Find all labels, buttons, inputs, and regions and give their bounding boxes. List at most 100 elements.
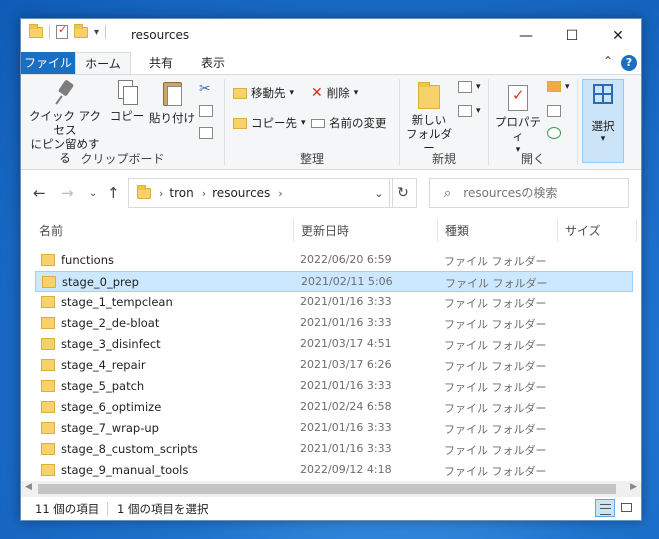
column-size[interactable]: サイズ [557,216,637,246]
scroll-left-icon[interactable]: ◀ [25,482,32,492]
file-type: ファイル フォルダー [444,381,547,394]
scissors-icon: ✂ [199,81,211,97]
column-divider[interactable] [636,220,637,242]
copy-label: コピー [109,109,145,123]
folder-icon [41,380,55,392]
new-item-button[interactable]: ▾ [458,81,481,93]
file-row[interactable]: stage_8_custom_scripts 2021/01/16 3:33 ファイ… [35,439,633,460]
folder-icon [41,254,55,266]
breadcrumb-separator-icon[interactable]: › [278,187,282,200]
file-row[interactable]: stage_5_patch 2021/01/16 3:33 ファイル フォルダー [35,376,633,397]
new-folder-button[interactable]: 新しい フォルダー [404,79,454,155]
column-modified[interactable]: 更新日時 [293,216,437,246]
file-modified: 2022/09/12 4:18 [300,463,392,476]
rename-icon [311,118,325,128]
breadcrumb-tron[interactable]: tron [169,186,193,200]
file-type: ファイル フォルダー [444,444,547,457]
maximize-button[interactable]: ☐ [549,19,595,52]
paste-shortcut-button[interactable] [199,127,213,139]
navigation-bar: ← → ⌄ ↑ › tron › resources › ⌄ ↻ ⌕ [21,170,641,216]
edit-button[interactable] [547,105,561,117]
forward-arrow-icon[interactable]: → [61,184,74,202]
delete-icon: ✕ [311,85,323,101]
horizontal-scrollbar[interactable]: ◀ ▶ [21,481,641,497]
paste-button[interactable]: 貼り付け [149,79,195,125]
address-bar[interactable]: › tron › resources › [128,178,393,208]
file-row[interactable]: stage_6_optimize 2021/02/24 6:58 ファイル フォルダ… [35,397,633,418]
breadcrumb-separator-icon[interactable]: › [202,187,206,200]
file-row[interactable]: stage_2_de-bloat 2021/01/16 3:33 ファイル フォルダ… [35,313,633,334]
file-list: 名前 更新日時 種類 サイズ functions 2022/06/20 6:59 フ… [21,216,641,481]
tab-share[interactable]: 共有 [143,52,179,74]
file-type: ファイル フォルダー [444,255,547,268]
collapse-ribbon-icon[interactable]: ⌃ [603,54,613,68]
help-icon[interactable]: ? [621,55,637,71]
file-row[interactable]: stage_4_repair 2021/03/17 6:26 ファイル フォルダー [35,355,633,376]
move-to-label: 移動先 [251,86,286,100]
rename-button[interactable]: 名前の変更 [311,115,387,131]
file-name: functions [61,253,114,267]
up-arrow-icon[interactable]: ↑ [107,184,120,202]
rename-label: 名前の変更 [329,116,387,130]
file-row[interactable]: stage_1_tempclean 2021/01/16 3:33 ファイル フォル… [35,292,633,313]
new-folder-icon[interactable] [74,23,88,38]
tab-view[interactable]: 表示 [195,52,231,74]
file-name: stage_6_optimize [61,400,162,414]
quick-access-toolbar: ▾ [29,23,107,39]
tab-file[interactable]: ファイル [21,52,75,74]
file-modified: 2022/06/20 6:59 [300,253,392,266]
file-type: ファイル フォルダー [444,423,547,436]
scroll-right-icon[interactable]: ▶ [630,482,637,492]
move-to-button[interactable]: 移動先 ▾ [233,85,294,101]
large-icons-view-button[interactable] [617,499,637,517]
folder-icon [29,23,43,38]
file-row[interactable]: stage_7_wrap-up 2021/01/16 3:33 ファイル フォルダー [35,418,633,439]
open-button[interactable]: ▾ [547,81,570,92]
file-row[interactable]: functions 2022/06/20 6:59 ファイル フォルダー [35,250,633,271]
copy-to-button[interactable]: コピー先 ▾ [233,115,306,131]
details-view-icon [600,504,611,515]
file-row[interactable]: stage_3_disinfect 2021/03/17 4:51 ファイル フォル… [35,334,633,355]
folder-icon [41,296,55,308]
easy-access-button[interactable]: ▾ [458,105,481,117]
pin-label-line1: クイック アクセス [28,109,102,137]
back-arrow-icon[interactable]: ← [33,184,46,202]
breadcrumb-separator-icon[interactable]: › [159,187,163,200]
paste-shortcut-icon [199,127,213,139]
chevron-down-icon: ▾ [353,88,359,98]
folder-icon [41,317,55,329]
details-view-button[interactable] [595,499,615,517]
copy-button[interactable]: コピー [109,79,145,123]
file-name: stage_7_wrap-up [61,421,159,435]
file-row[interactable]: stage_0_prep 2021/02/11 5:06 ファイル フォルダー [35,271,633,292]
recent-locations-chevron-icon[interactable]: ⌄ [89,188,97,199]
file-modified: 2021/01/16 3:33 [300,316,392,329]
cut-button[interactable]: ✂ [199,81,211,97]
folder-icon [41,443,55,455]
open-icon [547,81,561,92]
file-row[interactable]: stage_9_manual_tools 2022/09/12 4:18 ファイル … [35,460,633,481]
refresh-icon: ↻ [397,185,409,201]
file-modified: 2021/01/16 3:33 [300,379,392,392]
search-input[interactable] [461,185,616,201]
close-button[interactable]: ✕ [595,19,641,52]
file-modified: 2021/01/16 3:33 [300,295,392,308]
history-button[interactable] [547,127,561,139]
breadcrumb-resources[interactable]: resources [212,186,270,200]
properties-icon[interactable] [56,23,68,39]
delete-button[interactable]: ✕ 削除 ▾ [311,85,358,101]
minimize-button[interactable]: — [503,19,549,52]
column-name[interactable]: 名前 [31,216,293,246]
search-box[interactable]: ⌕ [429,178,629,208]
tab-home[interactable]: ホーム [75,52,131,75]
address-dropdown-icon[interactable]: ⌄ [368,178,390,208]
properties-button[interactable]: プロパティ ▾ [491,79,545,157]
refresh-button[interactable]: ↻ [389,178,417,208]
customize-toolbar-dropdown-icon[interactable]: ▾ [94,27,99,38]
column-type[interactable]: 種類 [437,216,557,246]
scrollbar-thumb[interactable] [38,484,616,494]
copy-path-button[interactable] [199,105,213,117]
pin-icon [55,79,75,105]
file-name: stage_5_patch [61,379,145,393]
select-button[interactable]: 選択 ▾ [582,79,624,163]
